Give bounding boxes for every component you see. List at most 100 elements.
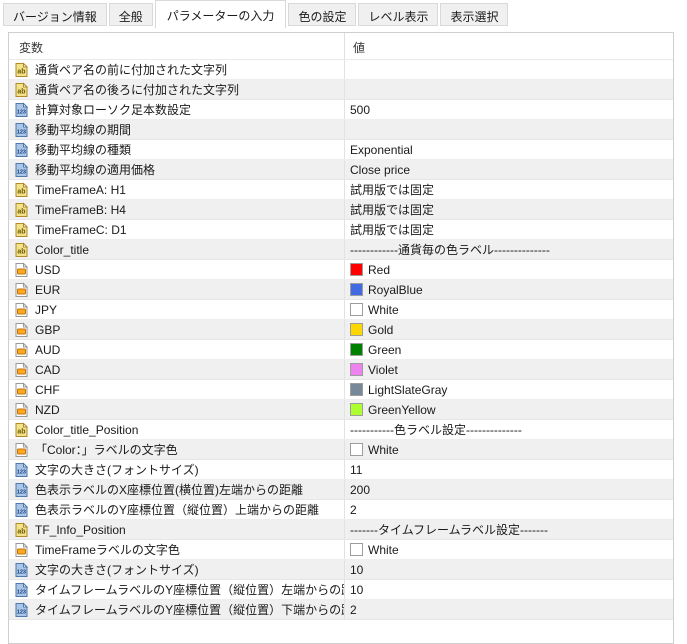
param-row[interactable]: 123 移動平均線の種類 Exponential bbox=[9, 140, 673, 160]
param-value-cell[interactable]: -----------色ラベル設定-------------- bbox=[345, 420, 673, 439]
tab-1[interactable]: バージョン情報 bbox=[3, 3, 107, 26]
string-param-icon: ab bbox=[15, 181, 29, 197]
param-row[interactable]: AUD Green bbox=[9, 340, 673, 360]
param-name: TimeFrameC: D1 bbox=[35, 222, 127, 237]
param-value-cell[interactable]: 11 bbox=[345, 460, 673, 479]
param-value: -------タイムフレームラベル設定------- bbox=[350, 523, 549, 537]
param-value-cell[interactable]: Close price bbox=[345, 160, 673, 179]
param-row[interactable]: JPY White bbox=[9, 300, 673, 320]
param-value-cell[interactable]: 試用版では固定 bbox=[345, 180, 673, 199]
param-row[interactable]: 123 移動平均線の適用価格 Close price bbox=[9, 160, 673, 180]
param-name-cell: TimeFrameラベルの文字色 bbox=[9, 540, 345, 559]
tab-label: 全般 bbox=[118, 10, 143, 24]
color-param-icon bbox=[15, 441, 29, 457]
param-value-cell[interactable]: -------タイムフレームラベル設定------- bbox=[345, 520, 673, 539]
param-value-cell[interactable]: 200 bbox=[345, 480, 673, 499]
param-value-cell[interactable]: Exponential bbox=[345, 140, 673, 159]
param-row[interactable]: 123 色表示ラベルのX座標位置(横位置)左端からの距離 200 bbox=[9, 480, 673, 500]
param-value: 試用版では固定 bbox=[350, 183, 435, 197]
color-swatch bbox=[350, 403, 363, 416]
param-name: タイムフレームラベルのY座標位置（縦位置）下端からの距離 bbox=[35, 603, 345, 617]
param-value: 2 bbox=[350, 502, 357, 517]
param-value-cell[interactable]: 2 bbox=[345, 500, 673, 519]
tab-3[interactable]: パラメーターの入力 bbox=[154, 0, 287, 28]
param-value-cell[interactable]: 500 bbox=[345, 100, 673, 119]
string-param-icon: ab bbox=[15, 221, 29, 237]
param-value-cell[interactable]: 10 bbox=[345, 560, 673, 579]
param-value-cell[interactable]: Green bbox=[345, 340, 673, 359]
param-name-cell: 123 タイムフレームラベルのY座標位置（縦位置）下端からの距離 bbox=[9, 600, 345, 619]
param-value-cell[interactable]: Gold bbox=[345, 320, 673, 339]
param-name: 文字の大きさ(フォントサイズ) bbox=[35, 563, 199, 577]
param-row[interactable]: 123 文字の大きさ(フォントサイズ) 11 bbox=[9, 460, 673, 480]
param-row[interactable]: ab 通貨ペア名の後ろに付加された文字列 bbox=[9, 80, 673, 100]
param-row[interactable]: ab Color_title_Position -----------色ラベル設… bbox=[9, 420, 673, 440]
tab-4[interactable]: 色の設定 bbox=[288, 3, 357, 26]
param-row[interactable]: 123 移動平均線の期間 bbox=[9, 120, 673, 140]
param-value-cell[interactable]: 試用版では固定 bbox=[345, 200, 673, 219]
param-row[interactable]: ab TimeFrameB: H4 試用版では固定 bbox=[9, 200, 673, 220]
param-value: GreenYellow bbox=[368, 402, 436, 417]
param-value-cell[interactable] bbox=[345, 80, 673, 99]
color-swatch bbox=[350, 283, 363, 296]
param-value-cell[interactable]: RoyalBlue bbox=[345, 280, 673, 299]
param-row[interactable]: 123 タイムフレームラベルのY座標位置（縦位置）左端からの距離 10 bbox=[9, 580, 673, 600]
param-row[interactable]: 「Color：」ラベルの文字色 White bbox=[9, 440, 673, 460]
param-name: 計算対象ローソク足本数設定 bbox=[35, 103, 192, 117]
param-row[interactable]: 123 タイムフレームラベルのY座標位置（縦位置）下端からの距離 2 bbox=[9, 600, 673, 620]
tab-label: 表示選択 bbox=[450, 10, 499, 24]
param-value-cell[interactable]: GreenYellow bbox=[345, 400, 673, 419]
param-value-cell[interactable]: White bbox=[345, 440, 673, 459]
param-name: 移動平均線の期間 bbox=[35, 123, 132, 137]
param-row[interactable]: ab TF_Info_Position -------タイムフレームラベル設定-… bbox=[9, 520, 673, 540]
param-row[interactable]: CHF LightSlateGray bbox=[9, 380, 673, 400]
param-row[interactable]: ab 通貨ペア名の前に付加された文字列 bbox=[9, 60, 673, 80]
param-name-cell: CAD bbox=[9, 360, 345, 379]
tab-2[interactable]: 全般 bbox=[108, 3, 153, 26]
color-param-icon bbox=[15, 281, 29, 297]
param-value-cell[interactable]: White bbox=[345, 300, 673, 319]
param-row[interactable]: 123 計算対象ローソク足本数設定 500 bbox=[9, 100, 673, 120]
param-value-cell[interactable]: White bbox=[345, 540, 673, 559]
param-row[interactable]: CAD Violet bbox=[9, 360, 673, 380]
string-param-icon: ab bbox=[15, 81, 29, 97]
svg-text:123: 123 bbox=[17, 509, 26, 515]
svg-text:123: 123 bbox=[17, 469, 26, 475]
param-row[interactable]: ab TimeFrameA: H1 試用版では固定 bbox=[9, 180, 673, 200]
param-value-cell[interactable]: Violet bbox=[345, 360, 673, 379]
param-value-cell[interactable] bbox=[345, 60, 673, 79]
param-row[interactable]: 123 文字の大きさ(フォントサイズ) 10 bbox=[9, 560, 673, 580]
tab-5[interactable]: レベル表示 bbox=[358, 3, 439, 26]
param-row[interactable]: ab Color_title ------------通貨毎の色ラベル-----… bbox=[9, 240, 673, 260]
param-row[interactable]: EUR RoyalBlue bbox=[9, 280, 673, 300]
param-name: JPY bbox=[35, 302, 58, 317]
param-value: -----------色ラベル設定-------------- bbox=[350, 423, 522, 437]
param-value-cell[interactable]: 2 bbox=[345, 600, 673, 619]
param-value-cell[interactable]: ------------通貨毎の色ラベル-------------- bbox=[345, 240, 673, 259]
param-row[interactable]: USD Red bbox=[9, 260, 673, 280]
svg-text:ab: ab bbox=[17, 428, 25, 435]
param-value-cell[interactable]: 10 bbox=[345, 580, 673, 599]
tab-6[interactable]: 表示選択 bbox=[440, 3, 509, 26]
param-row[interactable]: 123 色表示ラベルのY座標位置（縦位置）上端からの距離 2 bbox=[9, 500, 673, 520]
param-row[interactable]: ab TimeFrameC: D1 試用版では固定 bbox=[9, 220, 673, 240]
param-name: 色表示ラベルのY座標位置（縦位置）上端からの距離 bbox=[35, 503, 320, 517]
param-name-cell: AUD bbox=[9, 340, 345, 359]
param-name: 通貨ペア名の後ろに付加された文字列 bbox=[35, 83, 240, 97]
param-name-cell: GBP bbox=[9, 320, 345, 339]
param-row[interactable]: GBP Gold bbox=[9, 320, 673, 340]
param-value-cell[interactable] bbox=[345, 120, 673, 139]
int-param-icon: 123 bbox=[15, 561, 29, 577]
param-row[interactable]: NZD GreenYellow bbox=[9, 400, 673, 420]
color-param-icon bbox=[15, 321, 29, 337]
param-value-cell[interactable]: 試用版では固定 bbox=[345, 220, 673, 239]
column-header-variable[interactable]: 変数 bbox=[9, 33, 345, 59]
param-value-cell[interactable]: LightSlateGray bbox=[345, 380, 673, 399]
param-row[interactable]: TimeFrameラベルの文字色 White bbox=[9, 540, 673, 560]
param-value-cell[interactable]: Red bbox=[345, 260, 673, 279]
param-name: USD bbox=[35, 262, 61, 277]
column-header-value[interactable]: 値 bbox=[345, 33, 673, 59]
param-name-cell: ab TimeFrameC: D1 bbox=[9, 220, 345, 239]
param-name-cell: ab 通貨ペア名の後ろに付加された文字列 bbox=[9, 80, 345, 99]
int-param-icon: 123 bbox=[15, 501, 29, 517]
